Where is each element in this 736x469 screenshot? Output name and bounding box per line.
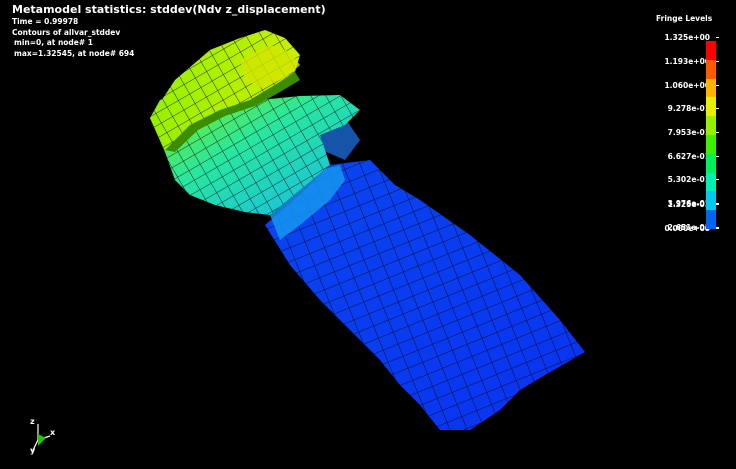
legend-swatch: [706, 78, 716, 98]
legend-tick: [716, 204, 719, 205]
legend-swatch: [706, 135, 716, 155]
legend-swatch: [706, 97, 716, 117]
legend-swatch: [706, 210, 716, 230]
graphics-viewport[interactable]: Metamodel statistics: stddev(Ndv z_displ…: [0, 0, 736, 469]
legend-colorbar: [706, 41, 716, 230]
y-axis-label: y: [30, 446, 36, 455]
axis-triad: [31, 424, 51, 453]
legend-swatch: [706, 191, 716, 211]
legend-lower: 1.325e-01 0.000e+00: [640, 0, 736, 240]
fringe-plot-model[interactable]: [0, 0, 736, 469]
z-axis-label: z: [30, 417, 35, 426]
legend-swatch: [706, 59, 716, 80]
legend-swatch: [706, 153, 716, 174]
x-axis-label: x: [50, 428, 56, 437]
legend-value: 1.325e-01: [667, 200, 710, 209]
legend-tick: [716, 228, 719, 229]
legend-swatch: [706, 41, 716, 61]
legend-swatch: [706, 116, 716, 136]
legend-swatch: [706, 172, 716, 192]
legend-value: 0.000e+00: [664, 224, 710, 233]
